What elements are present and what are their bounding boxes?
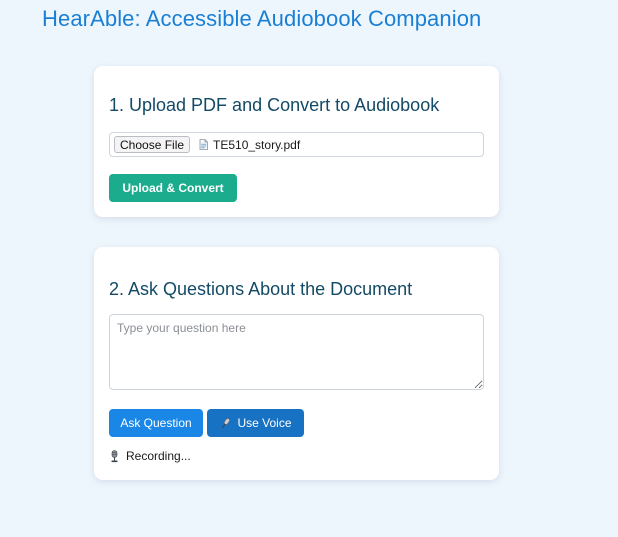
app-title: HearAble: Accessible Audiobook Companion bbox=[42, 6, 482, 31]
recording-status-text: Recording... bbox=[126, 449, 191, 463]
use-voice-button[interactable]: Use Voice bbox=[207, 409, 304, 437]
studio-microphone-icon bbox=[109, 449, 120, 463]
recording-status: Recording... bbox=[109, 449, 191, 463]
ask-section-title: 2. Ask Questions About the Document bbox=[109, 279, 413, 299]
pdf-file-input[interactable]: Choose File TE510_story.pdf bbox=[109, 132, 484, 157]
microphone-icon bbox=[219, 417, 232, 430]
upload-section-title: 1. Upload PDF and Convert to Audiobook bbox=[109, 95, 440, 115]
use-voice-label: Use Voice bbox=[237, 416, 292, 430]
document-icon bbox=[199, 139, 208, 150]
selected-file-name: TE510_story.pdf bbox=[213, 137, 301, 152]
upload-card: 1. Upload PDF and Convert to Audiobook C… bbox=[94, 66, 499, 217]
question-textarea[interactable] bbox=[109, 314, 484, 390]
ask-question-button[interactable]: Ask Question bbox=[109, 409, 203, 437]
ask-card: 2. Ask Questions About the Document Ask … bbox=[94, 247, 499, 480]
upload-convert-button[interactable]: Upload & Convert bbox=[109, 174, 237, 202]
choose-file-button[interactable]: Choose File bbox=[114, 136, 191, 153]
